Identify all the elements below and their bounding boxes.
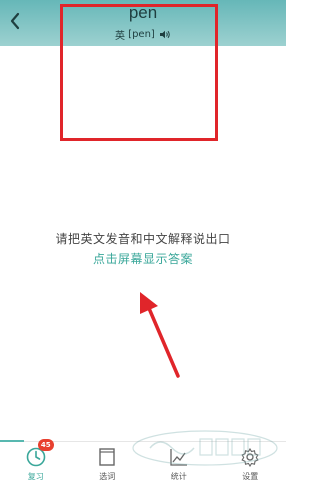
book-icon — [94, 445, 120, 469]
tab-select-words[interactable]: 选词 — [72, 442, 144, 484]
tab-stats-label: 统计 — [170, 472, 187, 481]
tab-settings[interactable]: 设置 — [215, 442, 287, 484]
reveal-answer-link[interactable]: 点击屏幕显示答案 — [93, 250, 193, 267]
tab-settings-label: 设置 — [242, 472, 259, 481]
bottom-nav: 45 复习 选词 统计 设置 — [0, 439, 287, 484]
prompt-area[interactable]: 请把英文发音和中文解释说出口 点击屏幕显示答案 — [0, 230, 286, 267]
phonetic-label: 英 — [114, 31, 125, 42]
chart-icon — [166, 445, 192, 469]
word-title: pen — [128, 3, 158, 22]
phonetic-row: 英 [pen] — [0, 27, 286, 42]
tab-select-words-label: 选词 — [99, 472, 116, 481]
tab-review-label: 复习 — [27, 472, 44, 481]
gear-icon — [237, 445, 263, 469]
prompt-instruction: 请把英文发音和中文解释说出口 — [55, 232, 231, 246]
review-icon: 45 — [23, 439, 54, 469]
review-count-badge: 45 — [37, 439, 54, 451]
speaker-icon[interactable] — [160, 30, 171, 39]
phonetic-text: [pen] — [128, 29, 155, 40]
tab-review[interactable]: 45 复习 — [0, 439, 72, 484]
tab-stats[interactable]: 统计 — [143, 442, 215, 484]
app-header: pen 英 [pen] — [0, 0, 286, 46]
